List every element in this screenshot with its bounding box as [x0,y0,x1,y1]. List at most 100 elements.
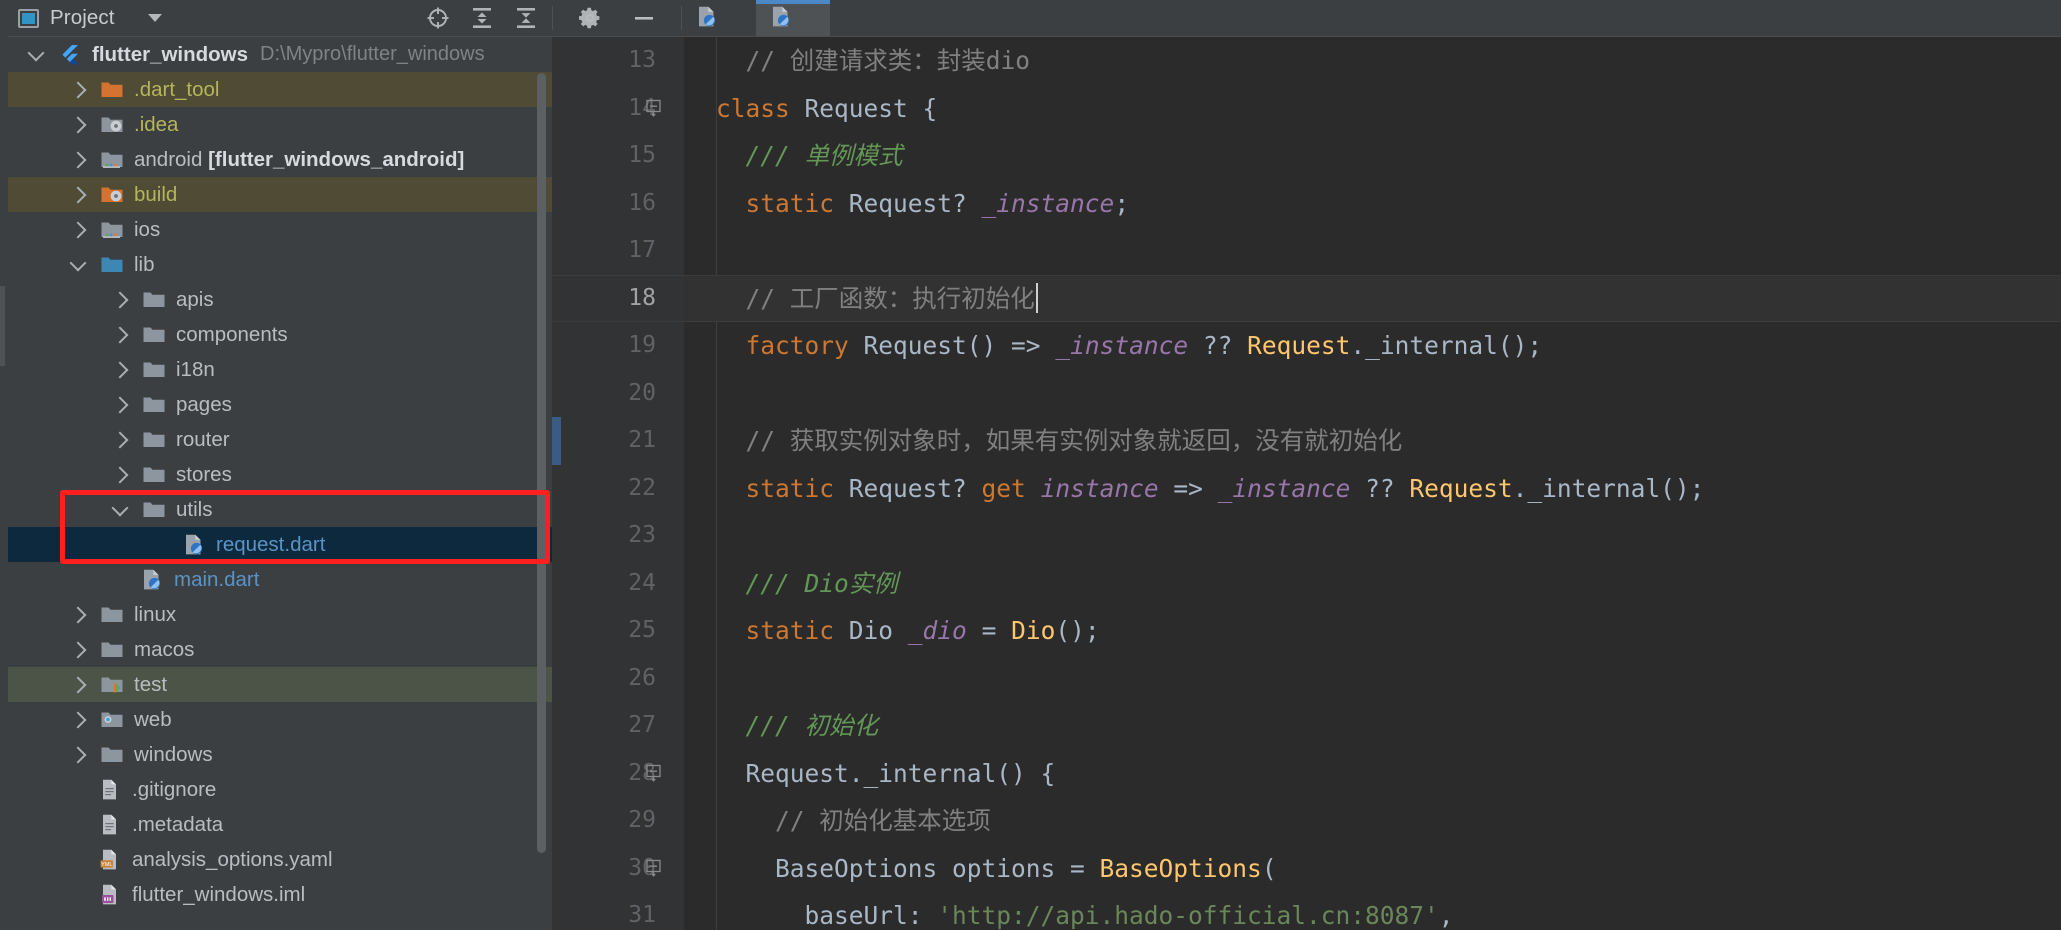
line-number[interactable]: 14 [552,85,656,133]
line-number[interactable]: 16 [552,180,656,228]
chevron-right-icon[interactable] [70,711,87,728]
code-line-30[interactable]: 30 BaseOptions options = BaseOptions( [684,845,2061,893]
chevron-right-icon[interactable] [70,676,87,693]
tree-item-web[interactable]: web [8,702,552,737]
tree-item-request.dart[interactable]: request.dart [8,527,552,562]
select-opened-file-icon[interactable] [425,5,451,31]
chevron-right-icon[interactable] [112,466,129,483]
chevron-right-icon[interactable] [112,326,129,343]
code-text[interactable]: /// 初始化 [684,702,2061,750]
tree-item-components[interactable]: components [8,317,552,352]
line-number[interactable]: 25 [552,607,656,655]
chevron-right-icon[interactable] [70,221,87,238]
line-number[interactable]: 23 [552,512,656,560]
fold-handle-icon[interactable] [646,860,663,877]
line-number[interactable]: 20 [552,370,656,418]
code-text[interactable]: /// Dio实例 [684,560,2061,608]
code-line-13[interactable]: 13 // 创建请求类：封装dio [684,37,2061,85]
line-number[interactable]: 30 [552,845,656,893]
line-number[interactable]: 28 [552,750,656,798]
tree-scrollbar[interactable] [537,73,546,853]
code-text[interactable]: BaseOptions options = BaseOptions( [684,845,2061,893]
chevron-right-icon[interactable] [70,81,87,98]
chevron-down-icon[interactable] [148,14,162,22]
code-line-26[interactable]: 26 [684,655,2061,703]
line-number[interactable]: 15 [552,132,656,180]
tree-item-i18n[interactable]: i18n [8,352,552,387]
hide-toolwindow-icon[interactable] [631,5,657,31]
code-line-31[interactable]: 31 baseUrl: 'http://api.hado-official.cn… [684,892,2061,930]
line-number[interactable]: 17 [552,227,656,275]
code-text[interactable]: baseUrl: 'http://api.hado-official.cn:80… [684,892,2061,930]
editor-tab-main-dart[interactable] [682,0,756,36]
tree-item-test[interactable]: test [8,667,552,702]
tree-item-ios[interactable]: ios [8,212,552,247]
tree-item-apis[interactable]: apis [8,282,552,317]
code-line-27[interactable]: 27 /// 初始化 [684,702,2061,750]
line-number[interactable]: 21 [552,417,656,465]
code-text[interactable]: /// 单例模式 [684,132,2061,180]
chevron-right-icon[interactable] [112,396,129,413]
tree-item-.gitignore[interactable]: .gitignore [8,772,552,807]
tree-item-main.dart[interactable]: main.dart [8,562,552,597]
code-text[interactable]: static Dio _dio = Dio(); [684,607,2061,655]
fold-handle-icon[interactable] [646,765,663,782]
chevron-down-icon[interactable] [28,44,45,61]
code-line-19[interactable]: 19 factory Request() => _instance ?? Req… [684,322,2061,370]
line-number[interactable]: 27 [552,702,656,750]
chevron-right-icon[interactable] [112,291,129,308]
chevron-right-icon[interactable] [70,151,87,168]
tree-item-.metadata[interactable]: .metadata [8,807,552,842]
tree-item-macos[interactable]: macos [8,632,552,667]
expand-all-icon[interactable] [469,5,495,31]
code-line-15[interactable]: 15 /// 单例模式 [684,132,2061,180]
tree-item-utils[interactable]: utils [8,492,552,527]
tree-item-router[interactable]: router [8,422,552,457]
tree-item-build[interactable]: build [8,177,552,212]
chevron-down-icon[interactable] [70,254,87,271]
line-number[interactable]: 26 [552,655,656,703]
code-text[interactable]: // 获取实例对象时，如果有实例对象就返回，没有就初始化 [684,417,2061,465]
fold-handle-icon[interactable] [646,100,663,117]
code-line-21[interactable]: 21 // 获取实例对象时，如果有实例对象就返回，没有就初始化 [684,417,2061,465]
code-line-16[interactable]: 16 static Request? _instance; [684,180,2061,228]
tree-row-root[interactable]: flutter_windows D:\Mypro\flutter_windows [8,37,552,72]
editor-code-area[interactable]: 13 // 创建请求类：封装dio14class Request {15 ///… [684,37,2061,930]
chevron-down-icon[interactable] [112,499,129,516]
code-line-23[interactable]: 23 [684,512,2061,560]
project-tree[interactable]: flutter_windows D:\Mypro\flutter_windows… [8,37,552,930]
line-number[interactable]: 31 [552,892,656,930]
code-line-20[interactable]: 20 [684,370,2061,418]
tree-item-.idea[interactable]: .idea [8,107,552,142]
line-number[interactable]: 19 [552,322,656,370]
code-line-22[interactable]: 22 static Request? get instance => _inst… [684,465,2061,513]
chevron-right-icon[interactable] [70,606,87,623]
chevron-right-icon[interactable] [112,431,129,448]
code-line-28[interactable]: 28 Request._internal() { [684,750,2061,798]
project-tree-pane[interactable]: flutter_windows D:\Mypro\flutter_windows… [8,36,552,930]
chevron-right-icon[interactable] [70,116,87,133]
code-line-25[interactable]: 25 static Dio _dio = Dio(); [684,607,2061,655]
code-line-29[interactable]: 29 // 初始化基本选项 [684,797,2061,845]
code-text[interactable]: static Request? _instance; [684,180,2061,228]
tree-item-.dart_tool[interactable]: .dart_tool [8,72,552,107]
code-editor[interactable]: 13 // 创建请求类：封装dio14class Request {15 ///… [552,36,2061,930]
project-toolwindow-selector[interactable]: Project [18,6,162,30]
line-number[interactable]: 22 [552,465,656,513]
code-line-14[interactable]: 14class Request { [684,85,2061,133]
tree-item-android[interactable]: android [flutter_windows_android] [8,142,552,177]
code-text[interactable]: static Request? get instance => _instanc… [684,465,2061,513]
code-line-24[interactable]: 24 /// Dio实例 [684,560,2061,608]
code-text[interactable]: // 初始化基本选项 [684,797,2061,845]
code-text[interactable]: factory Request() => _instance ?? Reques… [684,322,2061,370]
line-number[interactable]: 29 [552,797,656,845]
line-number[interactable]: 24 [552,560,656,608]
tree-item-linux[interactable]: linux [8,597,552,632]
tree-item-stores[interactable]: stores [8,457,552,492]
line-number[interactable]: 13 [552,37,656,85]
editor-tab-request-dart[interactable] [756,0,830,36]
chevron-right-icon[interactable] [70,641,87,658]
code-line-18[interactable]: 18 // 工厂函数：执行初始化 [684,275,2061,323]
tree-item-analysis_options.yaml[interactable]: YMLanalysis_options.yaml [8,842,552,877]
code-text[interactable]: // 工厂函数：执行初始化 [684,275,2061,323]
